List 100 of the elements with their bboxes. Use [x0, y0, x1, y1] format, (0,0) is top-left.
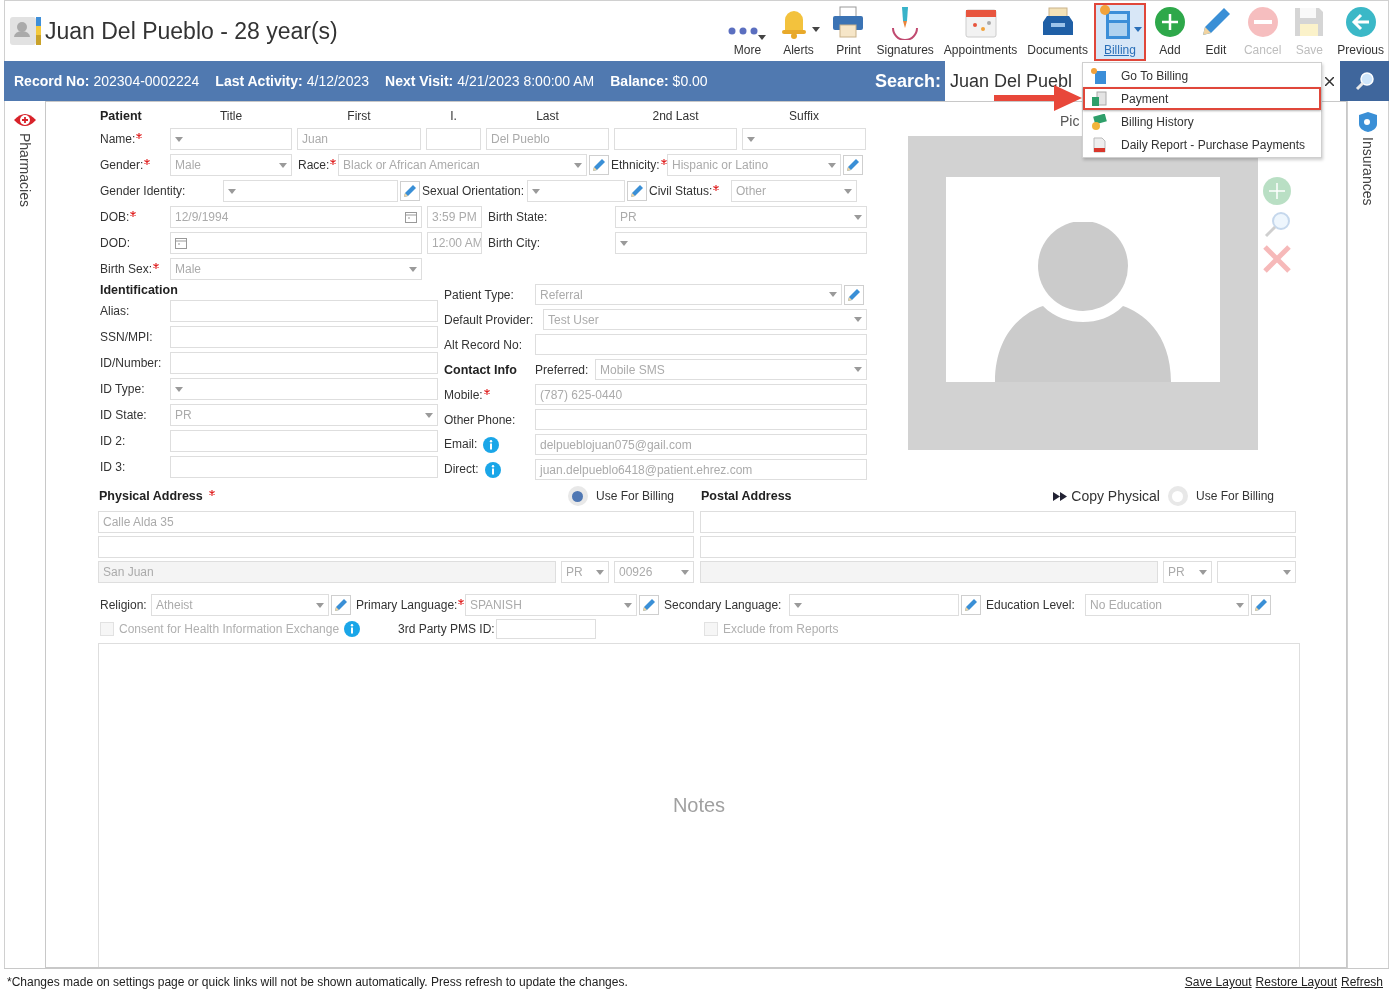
toolbar-button[interactable]: More	[724, 3, 771, 61]
search-button[interactable]	[1340, 61, 1389, 101]
time-field[interactable]: 3:59 PM	[427, 206, 482, 228]
toolbar-button[interactable]: Previous	[1333, 3, 1388, 61]
delete-photo-button[interactable]	[1262, 244, 1292, 274]
side-tab[interactable]: Pharmacies	[17, 133, 33, 207]
checkbox-label: Consent for Health Information Exchange	[119, 622, 340, 636]
text-field[interactable]	[98, 536, 694, 558]
dropdown-field[interactable]	[742, 128, 866, 150]
date-field[interactable]: 12/9/1994	[170, 206, 422, 228]
dropdown-field[interactable]: PR	[561, 561, 609, 583]
menu-item[interactable]: Daily Report - Purchase Payments	[1083, 133, 1321, 156]
toolbar-button[interactable]: Alerts	[772, 3, 825, 61]
text-field[interactable]	[170, 326, 438, 348]
dropdown-field[interactable]: No Education	[1085, 594, 1249, 616]
dropdown-field[interactable]: PR	[1163, 561, 1212, 583]
side-tab[interactable]: Insurances	[1360, 137, 1376, 206]
info-value: 4/12/2023	[306, 73, 370, 89]
info-value: $0.00	[672, 73, 708, 89]
menu-item[interactable]: Payment	[1083, 87, 1321, 110]
text-field[interactable]	[170, 430, 438, 452]
zoom-photo-button[interactable]	[1262, 210, 1292, 240]
dropdown-field[interactable]: PR	[615, 206, 867, 228]
edit-button[interactable]	[843, 155, 863, 175]
toolbar-button[interactable]: Signatures	[872, 3, 938, 61]
window-title: Juan Del Pueblo - 28 year(s)	[45, 17, 338, 45]
toolbar-button[interactable]: Billing	[1093, 3, 1146, 61]
dropdown-field[interactable]	[615, 232, 867, 254]
section-heading: Contact Info	[444, 362, 517, 377]
copy-button[interactable]: Copy Physical	[1053, 488, 1160, 504]
text-field[interactable]	[614, 128, 737, 150]
field-label: Sexual Orientation:	[422, 184, 525, 198]
text-field[interactable]	[700, 536, 1296, 558]
add-photo-button[interactable]	[1262, 176, 1292, 206]
edit-button[interactable]	[961, 595, 981, 615]
column-header: Suffix	[788, 109, 820, 123]
dropdown-field[interactable]	[789, 594, 959, 616]
info-icon	[344, 621, 361, 637]
dropdown-field[interactable]: Referral	[535, 284, 842, 305]
dropdown-field[interactable]: Test User	[543, 309, 867, 330]
edit-button[interactable]	[639, 595, 659, 615]
dropdown-field[interactable]	[223, 180, 398, 202]
caret-icon	[532, 188, 540, 194]
dropdown-field[interactable]: Other	[731, 180, 857, 202]
text-field[interactable]: juan.delpueblo6418@patient.ehrez.com	[535, 459, 867, 480]
text-field[interactable]: San Juan	[98, 561, 556, 583]
menu-item[interactable]: Billing History	[1083, 110, 1321, 133]
footer-link[interactable]: Restore Layout	[1255, 975, 1337, 989]
dropdown-field[interactable]: SPANISH	[465, 594, 637, 616]
text-field[interactable]: Calle Alda 35	[98, 511, 694, 533]
dropdown-field[interactable]	[170, 378, 438, 400]
dropdown-field[interactable]	[170, 128, 292, 150]
edit-button[interactable]	[400, 181, 420, 201]
dropdown-field[interactable]	[1217, 561, 1296, 583]
footer-link[interactable]: Save Layout	[1184, 975, 1252, 989]
dropdown-field[interactable]: Mobile SMS	[595, 359, 867, 380]
dropdown-field[interactable]: Male	[170, 258, 422, 280]
edit-button[interactable]	[1251, 595, 1271, 615]
toolbar-button[interactable]: Appointments	[939, 3, 1022, 61]
radio-button[interactable]	[567, 486, 588, 506]
dropdown-field[interactable]: Hispanic or Latino	[667, 154, 841, 176]
dropdown-field[interactable]: Black or African American	[338, 154, 587, 176]
footer-link[interactable]: Refresh	[1340, 975, 1383, 989]
more-icon	[728, 26, 759, 35]
text-field[interactable]	[170, 352, 438, 374]
date-field[interactable]	[170, 232, 422, 254]
text-field[interactable]	[170, 456, 438, 478]
dropdown-field[interactable]	[527, 180, 625, 202]
caret-icon	[279, 162, 287, 168]
text-field[interactable]: Del Pueblo	[486, 128, 609, 150]
text-field[interactable]: delpueblojuan075@gail.com	[535, 434, 867, 455]
text-field[interactable]	[496, 619, 596, 639]
edit-button[interactable]	[589, 155, 609, 175]
text-field[interactable]	[426, 128, 481, 150]
field-label: ID 2:	[100, 434, 126, 448]
text-field[interactable]	[700, 561, 1158, 583]
notes-field[interactable]: Notes	[98, 643, 1300, 967]
dropdown-field[interactable]: 00926	[614, 561, 694, 583]
toolbar-button[interactable]: Print	[826, 3, 871, 61]
edit-button[interactable]	[844, 284, 864, 305]
time-field[interactable]: 12:00 AM	[427, 232, 482, 254]
toolbar-button[interactable]: Add	[1147, 3, 1192, 61]
text-field[interactable]	[700, 511, 1296, 533]
dropdown-field[interactable]: Male	[170, 154, 292, 176]
info-icon	[483, 436, 500, 453]
toolbar-button[interactable]: Documents	[1023, 3, 1092, 61]
pencil-icon	[845, 157, 861, 173]
text-field[interactable]: Juan	[297, 128, 421, 150]
money-icon	[1091, 113, 1107, 130]
menu-item[interactable]: Go To Billing	[1083, 64, 1321, 87]
edit-button[interactable]	[627, 181, 647, 201]
edit-button[interactable]	[331, 595, 351, 615]
text-field[interactable]: (787) 625-0440	[535, 384, 867, 405]
text-field[interactable]	[535, 334, 867, 355]
pencil-icon	[1253, 597, 1269, 613]
dropdown-field[interactable]: PR	[170, 404, 438, 426]
text-field[interactable]	[170, 300, 438, 322]
toolbar-button[interactable]: Edit	[1193, 3, 1238, 61]
dropdown-field[interactable]: Atheist	[151, 594, 329, 616]
text-field[interactable]	[535, 409, 867, 430]
